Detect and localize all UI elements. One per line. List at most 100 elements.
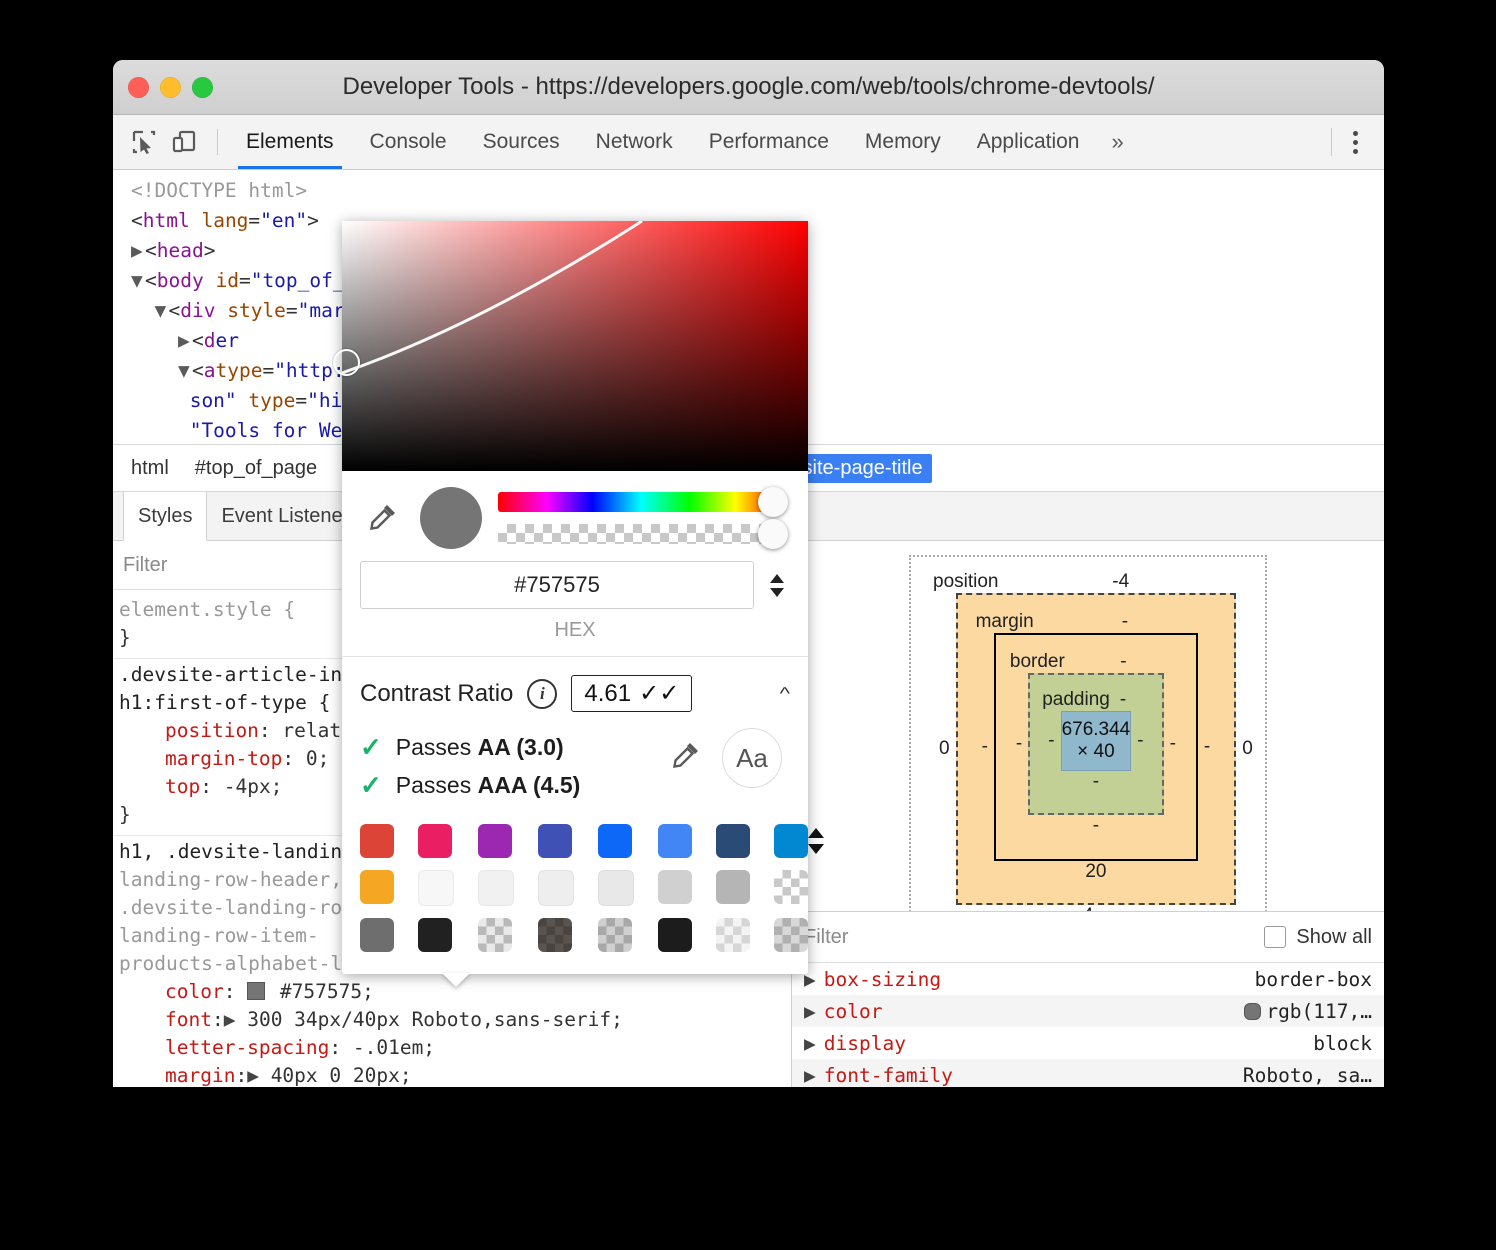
styles-filter-input[interactable]: Filter (123, 554, 167, 577)
eyedropper-icon[interactable] (360, 501, 404, 535)
border-bottom-value[interactable]: - (1010, 815, 1182, 837)
alpha-slider[interactable] (498, 524, 784, 544)
palette-swatch[interactable] (774, 918, 808, 952)
color-format-label[interactable]: HEX (342, 609, 808, 657)
computed-row[interactable]: ▶ color rgb(117,… (792, 995, 1384, 1027)
expand-icon[interactable]: ▶ (804, 1064, 824, 1087)
tab-sources[interactable]: Sources (465, 115, 578, 169)
color-format-stepper[interactable] (764, 574, 790, 597)
css-declaration[interactable]: margin:▶ 40px 0 20px; (119, 1062, 791, 1087)
padding-bottom-value[interactable]: - (1042, 771, 1149, 793)
palette-swatch[interactable] (538, 918, 572, 952)
computed-row[interactable]: ▶ display block (792, 1027, 1384, 1059)
hue-slider-knob[interactable] (758, 487, 788, 517)
saturation-cursor[interactable] (333, 349, 360, 376)
css-property-name[interactable]: margin (165, 1064, 235, 1087)
position-top-value[interactable]: -4 (999, 571, 1244, 593)
palette-swatch[interactable] (478, 824, 512, 858)
inspect-element-icon[interactable] (127, 125, 161, 159)
margin-left-value[interactable]: - (976, 736, 994, 758)
tab-performance[interactable]: Performance (691, 115, 847, 169)
css-property-name[interactable]: color (165, 980, 224, 1003)
computed-row[interactable]: ▶ box-sizing border-box (792, 963, 1384, 995)
palette-swatch[interactable] (716, 870, 750, 904)
css-property-name[interactable]: letter-spacing (165, 1036, 329, 1059)
position-left-value[interactable]: 0 (933, 738, 956, 760)
hue-slider[interactable] (498, 492, 784, 512)
border-right-value[interactable]: - (1164, 733, 1182, 755)
padding-right-value[interactable]: - (1131, 730, 1149, 752)
position-right-value[interactable]: 0 (1236, 738, 1259, 760)
margin-bottom-value[interactable]: 20 (976, 861, 1217, 883)
css-property-value[interactable]: 40px 0 20px; (259, 1064, 412, 1087)
css-property-name[interactable]: font (165, 1008, 212, 1031)
computed-filter-input[interactable]: Filter (804, 926, 848, 949)
tab-elements[interactable]: Elements (228, 115, 352, 169)
contrast-eyedropper-icon[interactable] (668, 739, 702, 778)
palette-swatch[interactable] (360, 918, 394, 952)
padding-left-value[interactable]: - (1042, 730, 1060, 752)
palette-swatch[interactable] (360, 870, 394, 904)
palette-swatch[interactable] (418, 918, 452, 952)
tab-memory[interactable]: Memory (847, 115, 959, 169)
palette-swatch[interactable] (716, 918, 750, 952)
font-preview-button[interactable]: Aa (722, 728, 782, 788)
palette-swatch[interactable] (478, 918, 512, 952)
palette-swatch[interactable] (538, 870, 574, 906)
kebab-menu-icon[interactable] (1340, 131, 1370, 154)
tab-network[interactable]: Network (578, 115, 691, 169)
margin-top-value[interactable]: - (1034, 611, 1217, 633)
palette-swatch[interactable] (658, 918, 692, 952)
margin-right-value[interactable]: - (1198, 736, 1216, 758)
palette-swatch[interactable] (774, 870, 808, 904)
expand-icon[interactable]: ▶ (804, 1000, 824, 1023)
palette-swatch[interactable] (774, 824, 808, 858)
hex-input[interactable]: #757575 (360, 561, 754, 609)
palette-swatch[interactable] (716, 824, 750, 858)
expand-icon[interactable]: ▶ (804, 1032, 824, 1055)
expand-shorthand-icon[interactable]: ▶ (224, 1006, 236, 1034)
css-declaration[interactable]: letter-spacing: -.01em; (119, 1034, 791, 1062)
border-left-value[interactable]: - (1010, 733, 1028, 755)
palette-swatch[interactable] (538, 824, 572, 858)
tab-console[interactable]: Console (352, 115, 465, 169)
breadcrumb-item-html[interactable]: html (131, 457, 169, 480)
tab-application[interactable]: Application (959, 115, 1098, 169)
show-all-checkbox[interactable] (1264, 926, 1286, 948)
palette-swatch[interactable] (658, 824, 692, 858)
color-picker-popover[interactable]: #757575 HEX Contrast Ratio i 4.61 ✓✓ ^ (342, 221, 808, 974)
box-model-content[interactable]: 676.344 × 40 (1061, 711, 1132, 771)
border-top-value[interactable]: - (1065, 651, 1182, 673)
palette-swatch[interactable] (658, 870, 692, 904)
css-property-value[interactable]: 300 34px/40px Roboto,sans-serif; (235, 1008, 622, 1031)
palette-swatch[interactable] (478, 870, 514, 906)
css-property-value[interactable]: #757575; (268, 980, 374, 1003)
breadcrumb-item-top-of-page[interactable]: #top_of_page (195, 457, 317, 480)
palette-swatch[interactable] (598, 870, 634, 906)
css-property-value[interactable]: 0; (294, 747, 329, 770)
css-declaration[interactable]: font:▶ 300 34px/40px Roboto,sans-serif; (119, 1006, 791, 1034)
more-tabs-icon[interactable]: » (1097, 129, 1137, 155)
chevron-up-icon[interactable]: ^ (780, 683, 790, 704)
palette-swatch[interactable] (418, 824, 452, 858)
saturation-value-area[interactable] (342, 221, 808, 471)
palette-swatch[interactable] (598, 918, 632, 952)
device-toolbar-icon[interactable] (167, 125, 201, 159)
padding-top-value[interactable]: - (1110, 689, 1126, 711)
palette-swatch[interactable] (418, 870, 454, 906)
tab-styles[interactable]: Styles (123, 492, 207, 541)
color-swatch[interactable] (247, 982, 265, 1000)
css-property-name[interactable]: position (165, 719, 259, 742)
show-all-toggle[interactable]: Show all (1264, 926, 1372, 949)
info-icon[interactable]: i (527, 679, 557, 709)
css-property-name[interactable]: top (165, 775, 200, 798)
palette-swatch[interactable] (598, 824, 632, 858)
palette-switch-icon[interactable] (808, 824, 824, 854)
alpha-slider-knob[interactable] (758, 519, 788, 549)
expand-shorthand-icon[interactable]: ▶ (247, 1062, 259, 1087)
palette-swatch[interactable] (360, 824, 394, 858)
computed-row[interactable]: ▶ font-family Roboto, sa… (792, 1059, 1384, 1087)
css-property-name[interactable]: margin-top (165, 747, 282, 770)
css-property-value[interactable]: -4px; (212, 775, 282, 798)
css-property-value[interactable]: -.01em; (341, 1036, 435, 1059)
